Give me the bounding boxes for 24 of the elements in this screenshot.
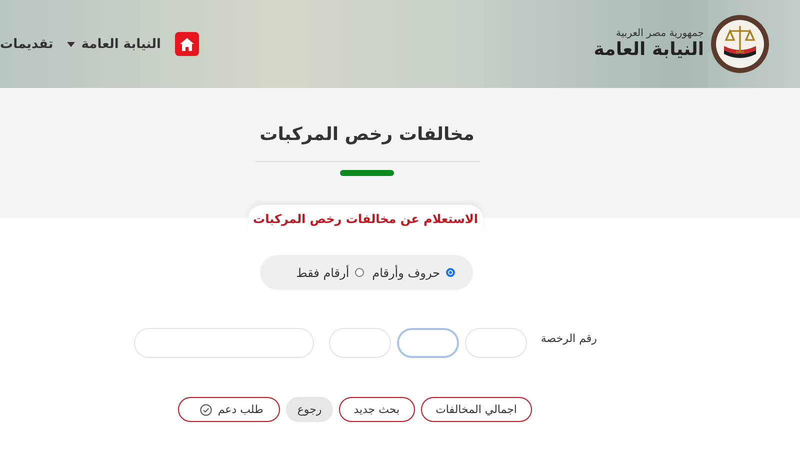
home-button[interactable] (174, 32, 199, 56)
home-icon (180, 38, 194, 50)
action-button[interactable]: بحث جديد (338, 397, 415, 422)
radio-button[interactable] (355, 268, 364, 277)
nav-link[interactable]: النيابة العامة (67, 36, 161, 52)
accent-bar (340, 170, 394, 176)
action-button[interactable]: طلب دعم (178, 397, 280, 422)
action-button[interactable]: اجمالي المخالفات (420, 397, 532, 422)
input-field[interactable] (396, 328, 459, 358)
page-title: مخالفات رخص المركبات (260, 124, 474, 145)
radio-button[interactable] (446, 268, 455, 277)
input-field[interactable] (134, 328, 314, 358)
scales-emblem-icon (710, 14, 770, 74)
option-label: حروف وأرقام (372, 266, 440, 280)
check-circle-icon (200, 404, 212, 416)
country-name: جمهورية مصر العربية (616, 28, 704, 39)
form-tab[interactable]: الاستعلام عن مخالفات رخص المركبات (248, 205, 483, 233)
site-name: النيابة العامة (594, 39, 704, 60)
license-label: رقم الرخصة (540, 332, 597, 345)
nav-link[interactable]: تقديمات (0, 36, 54, 52)
action-button[interactable]: رجوع (286, 397, 333, 422)
input-field[interactable] (328, 328, 391, 358)
input-field[interactable] (464, 328, 527, 358)
option-label: أرقام فقط (296, 266, 350, 280)
